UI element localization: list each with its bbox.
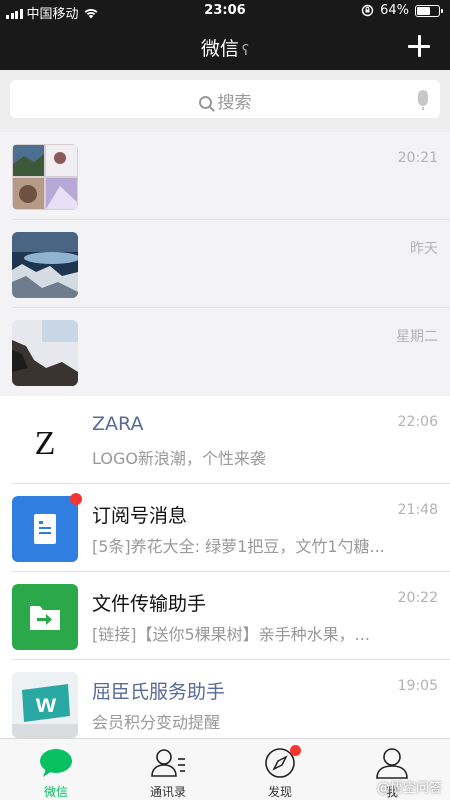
- chat-time: 20:21: [397, 150, 438, 166]
- tab-bar: 微信 通讯录 发现 我 @悟空问答: [0, 738, 450, 800]
- chat-row-zara[interactable]: Z ZARA 22:06 LOGO新浪潮，个性来袭: [0, 396, 450, 484]
- chat-preview: [5条]养花大全: 绿萝1把豆，文竹1勺糖...: [92, 537, 385, 556]
- chat-preview: 会员积分变动提醒: [92, 713, 221, 732]
- person-icon: [376, 748, 408, 779]
- subscription-icon: [12, 496, 78, 562]
- chat-preview: LOGO新浪潮，个性来袭: [92, 449, 266, 468]
- search-placeholder: 搜索: [217, 93, 252, 113]
- discover-badge-dot: [290, 745, 301, 756]
- chat-row-pinned-2[interactable]: 昨天: [0, 220, 450, 308]
- chat-time: 22:06: [397, 414, 438, 430]
- zara-logo: Z: [12, 408, 78, 474]
- chat-row-subscriptions[interactable]: 订阅号消息 21:48 [5条]养花大全: 绿萝1把豆，文竹1勺糖...: [0, 484, 450, 572]
- rotation-lock-icon: [361, 4, 374, 17]
- tab-chats[interactable]: 微信: [0, 739, 112, 800]
- watsons-logo: w: [12, 672, 78, 738]
- chat-row-watsons[interactable]: w 屈臣氏服务助手 19:05 会员积分变动提醒: [0, 660, 450, 748]
- ear-icon: ʕ: [241, 43, 250, 59]
- search-area: 搜索: [0, 70, 450, 132]
- chat-name: 订阅号消息: [92, 505, 188, 527]
- page-title: 微信: [200, 38, 239, 60]
- nav-bar: 微信 ʕ: [0, 22, 450, 70]
- tab-discover[interactable]: 发现: [224, 739, 336, 800]
- svg-text:Z: Z: [35, 425, 56, 462]
- chat-bubble-icon: [40, 749, 72, 777]
- watermark: @悟空问答: [376, 781, 442, 796]
- tab-contacts[interactable]: 通讯录: [112, 739, 224, 800]
- avatar: [12, 320, 78, 386]
- unread-dot: [70, 493, 82, 505]
- chat-list: 20:21 昨天 星期二 Z ZARA 22:06 LOGO新浪潮，个性来袭 订…: [0, 132, 450, 748]
- chat-time: 20:22: [397, 590, 438, 606]
- avatar: [12, 144, 78, 210]
- chat-preview: [链接]【送你5棵果树】亲手种水果，...: [92, 625, 370, 644]
- avatar: [12, 232, 78, 298]
- tab-label: 通讯录: [149, 785, 186, 799]
- chat-time: 21:48: [397, 502, 438, 518]
- file-transfer-icon: [12, 584, 78, 650]
- chat-name: ZARA: [92, 413, 144, 435]
- battery-percent: 64%: [380, 3, 409, 18]
- chat-row-pinned-1[interactable]: 20:21: [0, 132, 450, 220]
- chat-time: 星期二: [396, 329, 438, 345]
- chat-time: 19:05: [397, 678, 438, 694]
- chat-row-file-transfer[interactable]: 文件传输助手 20:22 [链接]【送你5棵果树】亲手种水果，...: [0, 572, 450, 660]
- chat-time: 昨天: [410, 241, 438, 257]
- battery-icon: [415, 4, 443, 17]
- add-button[interactable]: [404, 31, 434, 61]
- chat-name: 文件传输助手: [92, 593, 207, 615]
- tab-label: 发现: [267, 785, 292, 799]
- svg-text:w: w: [35, 688, 57, 718]
- search-input[interactable]: 搜索: [10, 80, 440, 118]
- search-icon: [198, 96, 212, 109]
- chat-name: 屈臣氏服务助手: [92, 681, 226, 703]
- tab-label: 微信: [43, 785, 68, 799]
- status-bar: 中国移动 23:06 64%: [0, 0, 450, 22]
- microphone-icon[interactable]: [418, 90, 428, 110]
- contacts-icon: [151, 749, 185, 777]
- chat-row-pinned-3[interactable]: 星期二: [0, 308, 450, 396]
